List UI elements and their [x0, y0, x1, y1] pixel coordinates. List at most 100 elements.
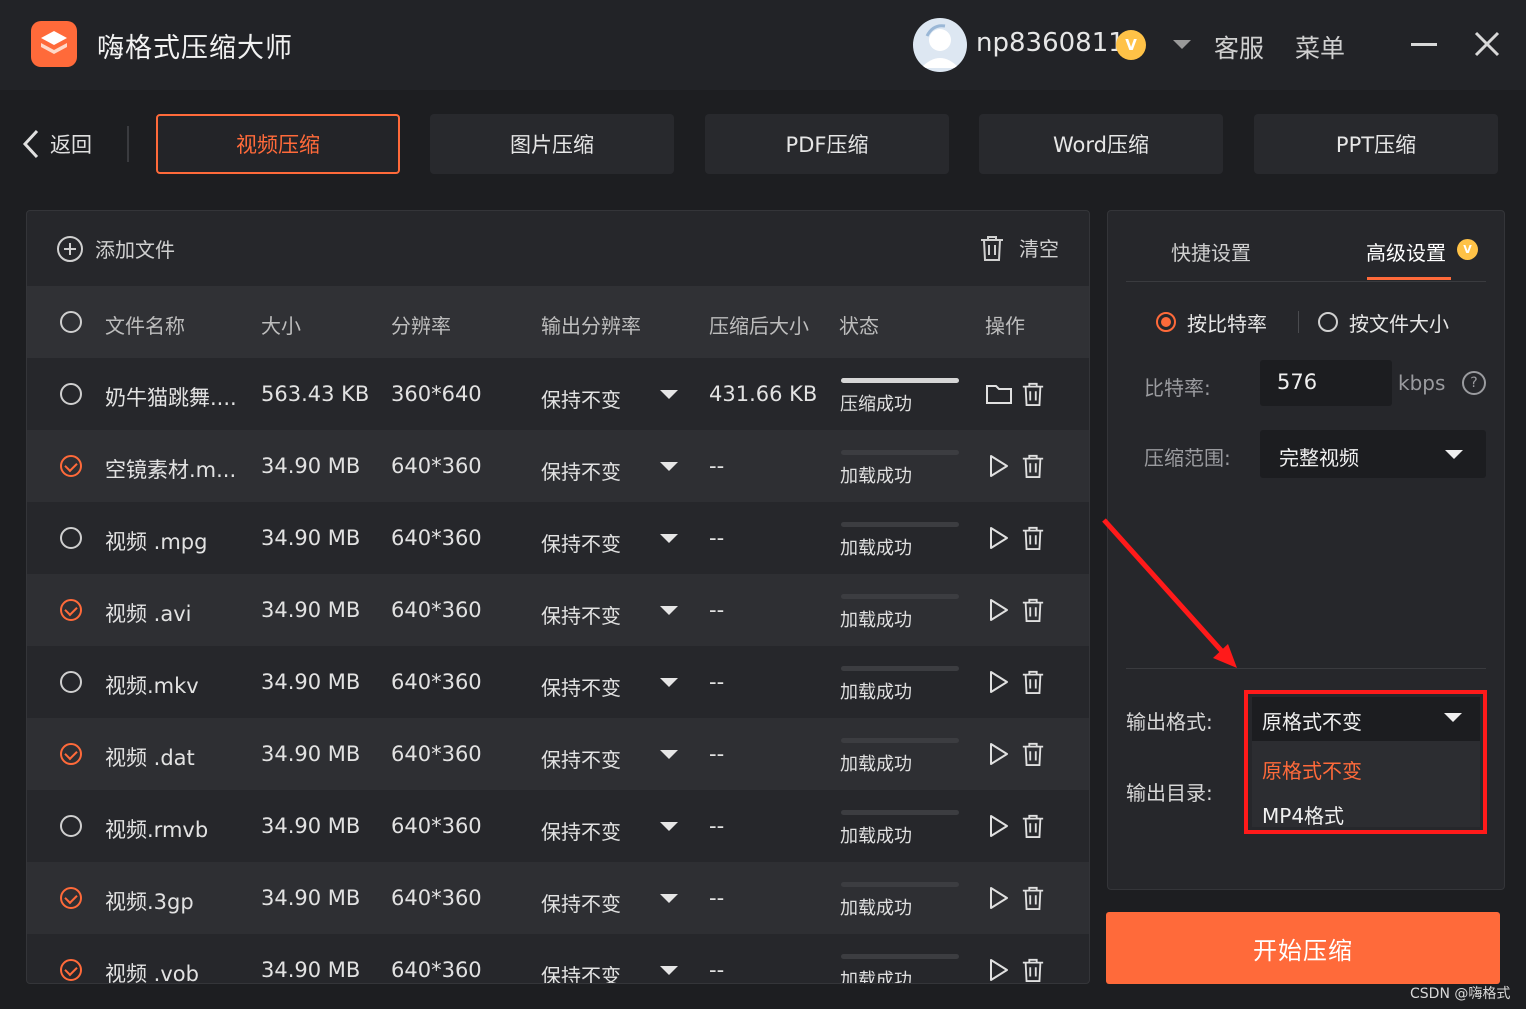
divider: [1126, 281, 1486, 282]
play-icon[interactable]: [988, 598, 1010, 626]
back-label: 返回: [50, 133, 92, 157]
table-row[interactable]: 奶牛猫跳舞.... 563.43 KB 360*640 保持不变 431.66 KB 压缩…: [27, 358, 1089, 430]
start-compress-button[interactable]: 开始压缩: [1106, 912, 1500, 984]
mode-bitrate-radio[interactable]: [1156, 312, 1176, 332]
user-dropdown-icon[interactable]: [1173, 40, 1191, 49]
range-value: 完整视频: [1279, 446, 1359, 470]
tab-image-compress[interactable]: 图片压缩: [430, 114, 674, 174]
row-select-radio[interactable]: [60, 671, 82, 693]
open-folder-icon[interactable]: [985, 382, 1013, 410]
table-row[interactable]: 视频 .dat 34.90 MB 640*360 保持不变 -- 加载成功: [27, 718, 1089, 790]
chevron-down-icon[interactable]: [660, 462, 678, 471]
menu-link[interactable]: 菜单: [1295, 29, 1345, 65]
table-row[interactable]: 视频 .vob 34.90 MB 640*360 保持不变 -- 加载成功: [27, 934, 1089, 983]
row-select-radio[interactable]: [60, 743, 82, 765]
table-row[interactable]: 视频 .avi 34.90 MB 640*360 保持不变 -- 加载成功: [27, 574, 1089, 646]
trash-icon[interactable]: [1021, 741, 1045, 771]
trash-icon[interactable]: [1021, 957, 1045, 983]
support-link[interactable]: 客服: [1214, 29, 1264, 65]
file-name: 视频 .avi: [105, 602, 192, 626]
row-select-radio[interactable]: [60, 887, 82, 909]
status-text: 加载成功: [840, 682, 912, 703]
help-icon[interactable]: ?: [1462, 371, 1486, 395]
chevron-down-icon[interactable]: [660, 966, 678, 975]
output-resolution-select[interactable]: 保持不变: [541, 456, 621, 485]
output-resolution-select[interactable]: 保持不变: [541, 384, 621, 413]
tab-word-compress[interactable]: Word压缩: [979, 114, 1223, 174]
file-resolution: 640*360: [391, 526, 482, 550]
file-name: 空镜素材.m...: [105, 458, 237, 482]
close-icon[interactable]: [1473, 30, 1501, 58]
output-resolution-select[interactable]: 保持不变: [541, 600, 621, 629]
row-select-radio[interactable]: [60, 815, 82, 837]
range-select[interactable]: 完整视频: [1260, 430, 1486, 478]
trash-icon[interactable]: [1021, 453, 1045, 483]
status-progress-bar: [841, 594, 959, 599]
output-resolution-select[interactable]: 保持不变: [541, 672, 621, 701]
status-text: 加载成功: [840, 466, 912, 487]
chevron-down-icon[interactable]: [660, 390, 678, 399]
trash-icon[interactable]: [1021, 669, 1045, 699]
play-icon[interactable]: [988, 958, 1010, 983]
compressed-size: --: [709, 526, 725, 550]
username[interactable]: np8360811: [976, 28, 1125, 58]
tab-pdf-compress[interactable]: PDF压缩: [705, 114, 949, 174]
chevron-down-icon[interactable]: [660, 534, 678, 543]
output-resolution-select[interactable]: 保持不变: [541, 528, 621, 557]
tab-video-compress[interactable]: 视频压缩: [156, 114, 400, 174]
file-size: 34.90 MB: [261, 598, 361, 622]
trash-icon[interactable]: [1021, 885, 1045, 915]
tab-ppt-compress[interactable]: PPT压缩: [1254, 114, 1498, 174]
output-resolution-select[interactable]: 保持不变: [541, 744, 621, 773]
trash-icon[interactable]: [1021, 813, 1045, 843]
output-resolution-select[interactable]: 保持不变: [541, 816, 621, 845]
bitrate-input[interactable]: 576: [1260, 360, 1392, 406]
back-button[interactable]: 返回: [22, 127, 92, 161]
play-icon[interactable]: [988, 526, 1010, 554]
file-name: 视频 .mpg: [105, 530, 208, 554]
annotation-arrow-icon: [1102, 518, 1237, 668]
table-row[interactable]: 视频.3gp 34.90 MB 640*360 保持不变 -- 加载成功: [27, 862, 1089, 934]
table-row[interactable]: 空镜素材.m... 34.90 MB 640*360 保持不变 -- 加载成功: [27, 430, 1089, 502]
table-row[interactable]: 视频 .mpg 34.90 MB 640*360 保持不变 -- 加载成功: [27, 502, 1089, 574]
row-select-radio[interactable]: [60, 455, 82, 477]
chevron-down-icon[interactable]: [660, 894, 678, 903]
play-icon[interactable]: [988, 742, 1010, 770]
chevron-down-icon[interactable]: [660, 750, 678, 759]
select-all-radio[interactable]: [60, 311, 82, 333]
mode-filesize-radio[interactable]: [1318, 312, 1338, 332]
tab-advanced-settings[interactable]: 高级设置: [1366, 237, 1446, 266]
output-dir-label: 输出目录:: [1126, 781, 1213, 805]
mode-bitrate-label[interactable]: 按比特率: [1187, 308, 1267, 337]
row-select-radio[interactable]: [60, 527, 82, 549]
trash-icon[interactable]: [1021, 525, 1045, 555]
row-select-radio[interactable]: [60, 383, 82, 405]
active-tab-indicator: [1367, 277, 1451, 280]
table-row[interactable]: 视频.mkv 34.90 MB 640*360 保持不变 -- 加载成功: [27, 646, 1089, 718]
table-row[interactable]: 视频.rmvb 34.90 MB 640*360 保持不变 -- 加载成功: [27, 790, 1089, 862]
chevron-down-icon[interactable]: [660, 822, 678, 831]
play-icon[interactable]: [988, 454, 1010, 482]
trash-icon[interactable]: [1021, 597, 1045, 627]
row-select-radio[interactable]: [60, 599, 82, 621]
chevron-down-icon[interactable]: [660, 678, 678, 687]
clear-button[interactable]: 清空: [979, 233, 1059, 262]
clear-label: 清空: [1019, 237, 1059, 261]
row-select-radio[interactable]: [60, 959, 82, 981]
output-resolution-select[interactable]: 保持不变: [541, 960, 621, 983]
bitrate-value: 576: [1277, 370, 1318, 394]
trash-icon[interactable]: [1021, 381, 1045, 411]
play-icon[interactable]: [988, 814, 1010, 842]
play-icon[interactable]: [988, 886, 1010, 914]
play-icon[interactable]: [988, 670, 1010, 698]
chevron-down-icon[interactable]: [660, 606, 678, 615]
file-panel: 添加文件 清空 文件名称 大小 分辨率 输出分辨率 压缩后大小 状态 操作 奶牛…: [26, 210, 1090, 984]
mode-filesize-label[interactable]: 按文件大小: [1349, 308, 1449, 337]
minimize-icon[interactable]: [1411, 43, 1437, 46]
add-file-button[interactable]: 添加文件: [56, 234, 175, 263]
tab-quick-settings[interactable]: 快捷设置: [1171, 237, 1251, 266]
status-progress-bar: [841, 738, 959, 743]
avatar[interactable]: [913, 18, 967, 72]
file-size: 563.43 KB: [261, 382, 370, 406]
output-resolution-select[interactable]: 保持不变: [541, 888, 621, 917]
